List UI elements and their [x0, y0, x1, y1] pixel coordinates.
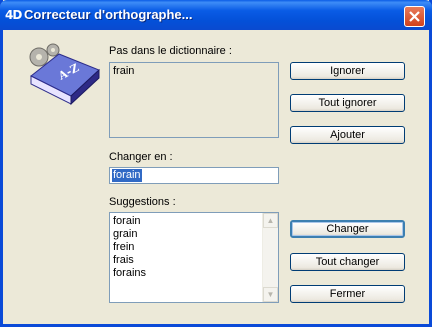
- unknown-word: frain: [113, 65, 135, 77]
- app-logo: 4D: [5, 8, 22, 22]
- suggestion-item[interactable]: forain: [110, 215, 278, 228]
- suggestion-item[interactable]: grain: [110, 228, 278, 241]
- ignore-all-button[interactable]: Tout ignorer: [290, 94, 405, 112]
- close-window-button[interactable]: [404, 6, 425, 27]
- suggestions-scrollbar[interactable]: ▲ ▼: [262, 213, 278, 302]
- change-to-value: forain: [112, 169, 142, 182]
- dictionary-book-icon: A-Z: [29, 43, 100, 106]
- suggestion-item[interactable]: frais: [110, 254, 278, 267]
- not-in-dictionary-box: frain: [109, 62, 279, 138]
- spellcheck-dialog: 4D Correcteur d'orthographe... A-Z Pas d…: [0, 0, 432, 327]
- close-icon: [409, 11, 420, 22]
- suggestion-item[interactable]: frein: [110, 241, 278, 254]
- suggestion-item[interactable]: forains: [110, 267, 278, 280]
- change-button[interactable]: Changer: [290, 220, 405, 238]
- suggestions-list[interactable]: forain grain frein frais forains ▲ ▼: [109, 212, 279, 303]
- scroll-up-icon[interactable]: ▲: [263, 213, 278, 228]
- ignore-button[interactable]: Ignorer: [290, 62, 405, 80]
- change-to-label: Changer en :: [109, 151, 173, 163]
- change-to-input[interactable]: forain: [109, 167, 279, 184]
- scroll-down-icon[interactable]: ▼: [263, 287, 278, 302]
- change-all-button[interactable]: Tout changer: [290, 253, 405, 271]
- add-button[interactable]: Ajouter: [290, 126, 405, 144]
- close-button[interactable]: Fermer: [290, 285, 405, 303]
- not-in-dictionary-label: Pas dans le dictionnaire :: [109, 45, 232, 57]
- suggestions-label: Suggestions :: [109, 196, 176, 208]
- title-bar[interactable]: 4D Correcteur d'orthographe...: [0, 0, 432, 30]
- window-title: Correcteur d'orthographe...: [24, 7, 193, 22]
